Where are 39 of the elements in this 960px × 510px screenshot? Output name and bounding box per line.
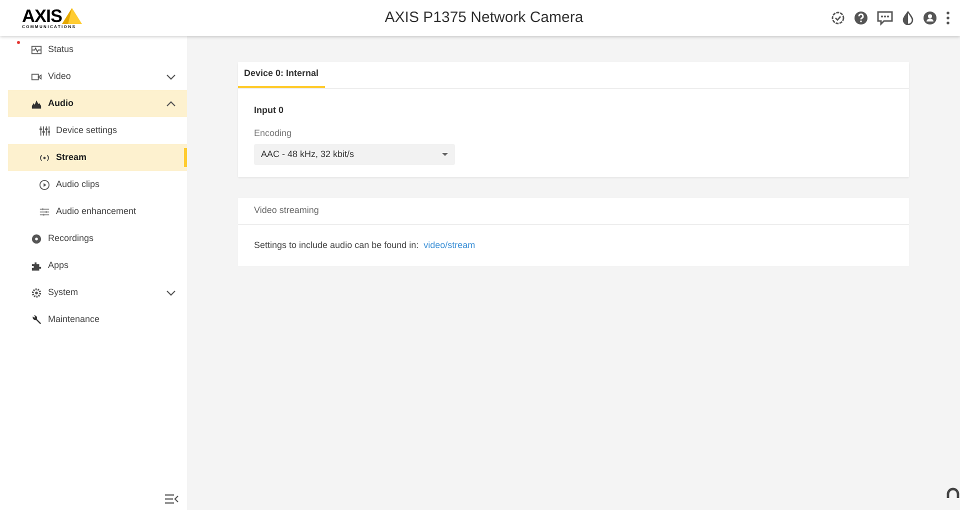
menu-item[interactable]: Apps [8,252,187,279]
encoding-dropdown[interactable]: AAC - 48 kHz, 32 kbit/s [254,144,455,165]
menu-item[interactable]: Video [8,63,187,90]
menu-item[interactable]: Recordings [8,225,187,252]
checkmark-badge-icon[interactable] [831,11,845,25]
section-heading: Input 0 [254,104,284,117]
menu-item[interactable]: System [8,279,187,306]
record-icon [31,232,42,244]
submenu-item[interactable]: Audio clips [8,171,187,198]
field-label: Encoding [254,126,292,140]
equalizer-icon [39,124,50,136]
dropdown-caret-icon [442,152,448,156]
user-icon[interactable] [923,11,937,25]
submenu-item[interactable]: Stream [8,144,187,171]
card-title: Video streaming [254,204,319,218]
help-icon[interactable] [854,11,868,25]
sliders-icon [39,206,50,218]
headset-icon[interactable] [946,486,960,500]
more-icon[interactable] [946,11,950,25]
menu-item[interactable]: Status [8,36,187,63]
gear-icon [31,286,42,298]
device-tab[interactable]: Device 0: Internal [238,62,325,88]
wrench-icon [31,314,42,326]
info-text: Settings to include audio can be found in: [254,238,419,252]
chat-icon[interactable] [877,10,893,26]
chevron-down-icon[interactable] [166,74,176,80]
puzzle-icon [31,260,42,272]
play-circle-icon [39,178,50,190]
collapse-menu-icon[interactable] [165,494,179,504]
menu-item[interactable]: Audio [8,90,187,117]
menu-item[interactable]: Maintenance [8,306,187,333]
status-icon [31,44,42,56]
page-title: AXIS P1375 Network Camera [384,8,584,28]
submenu-item[interactable]: Device settings [8,117,187,144]
contrast-icon[interactable] [902,11,914,25]
active-indicator [184,148,187,167]
submenu-item[interactable]: Audio enhancement [8,198,187,225]
chevron-down-icon[interactable] [166,290,176,296]
chevron-up-icon[interactable] [166,100,176,106]
